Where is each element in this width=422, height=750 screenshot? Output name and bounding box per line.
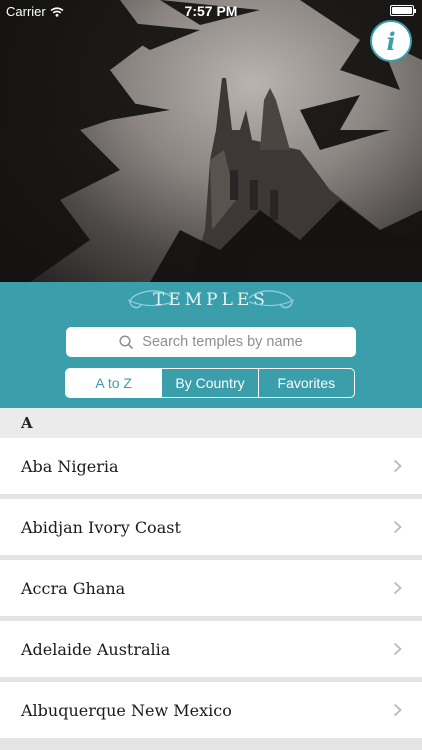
temple-name: Albuquerque New Mexico bbox=[21, 700, 232, 720]
header: TEMPLES Search temples by name A to Z By… bbox=[0, 282, 422, 408]
list-item[interactable]: Aba Nigeria bbox=[0, 438, 422, 494]
chevron-right-icon bbox=[393, 581, 402, 595]
segment-favorites[interactable]: Favorites bbox=[257, 369, 354, 397]
temple-name: Abidjan Ivory Coast bbox=[21, 517, 181, 537]
temple-name: Accra Ghana bbox=[21, 578, 126, 598]
battery-icon bbox=[390, 5, 416, 16]
chevron-right-icon bbox=[393, 459, 402, 473]
temple-name: Aba Nigeria bbox=[21, 456, 119, 476]
swirl-right-icon bbox=[248, 290, 295, 309]
battery-level bbox=[392, 7, 412, 14]
search-placeholder: Search temples by name bbox=[142, 334, 303, 350]
temple-name: Adelaide Australia bbox=[21, 639, 171, 659]
search-input[interactable]: Search temples by name bbox=[66, 327, 356, 357]
status-bar: Carrier 7:57 PM bbox=[0, 0, 422, 22]
segment-a-to-z[interactable]: A to Z bbox=[66, 369, 162, 397]
temple-photo bbox=[0, 0, 422, 282]
list-item[interactable]: Albuquerque New Mexico bbox=[0, 682, 422, 738]
list-item[interactable]: Abidjan Ivory Coast bbox=[0, 499, 422, 555]
sort-segmented-control: A to Z By Country Favorites bbox=[65, 368, 355, 398]
segment-by-country[interactable]: By Country bbox=[161, 369, 257, 397]
chevron-right-icon bbox=[393, 703, 402, 717]
list-item[interactable]: Adelaide Australia bbox=[0, 621, 422, 677]
list-item[interactable]: Accra Ghana bbox=[0, 560, 422, 616]
info-button[interactable]: i bbox=[370, 20, 412, 62]
status-time: 7:57 PM bbox=[184, 3, 238, 19]
section-header-a: A bbox=[0, 408, 422, 438]
chevron-right-icon bbox=[393, 520, 402, 534]
temple-list: Aba Nigeria Abidjan Ivory Coast Accra Gh… bbox=[0, 438, 422, 743]
info-icon: i bbox=[386, 26, 396, 56]
hero-image: Carrier 7:57 PM i bbox=[0, 0, 422, 282]
search-icon bbox=[119, 334, 134, 349]
chevron-right-icon bbox=[393, 642, 402, 656]
app-title: TEMPLES bbox=[153, 290, 269, 310]
